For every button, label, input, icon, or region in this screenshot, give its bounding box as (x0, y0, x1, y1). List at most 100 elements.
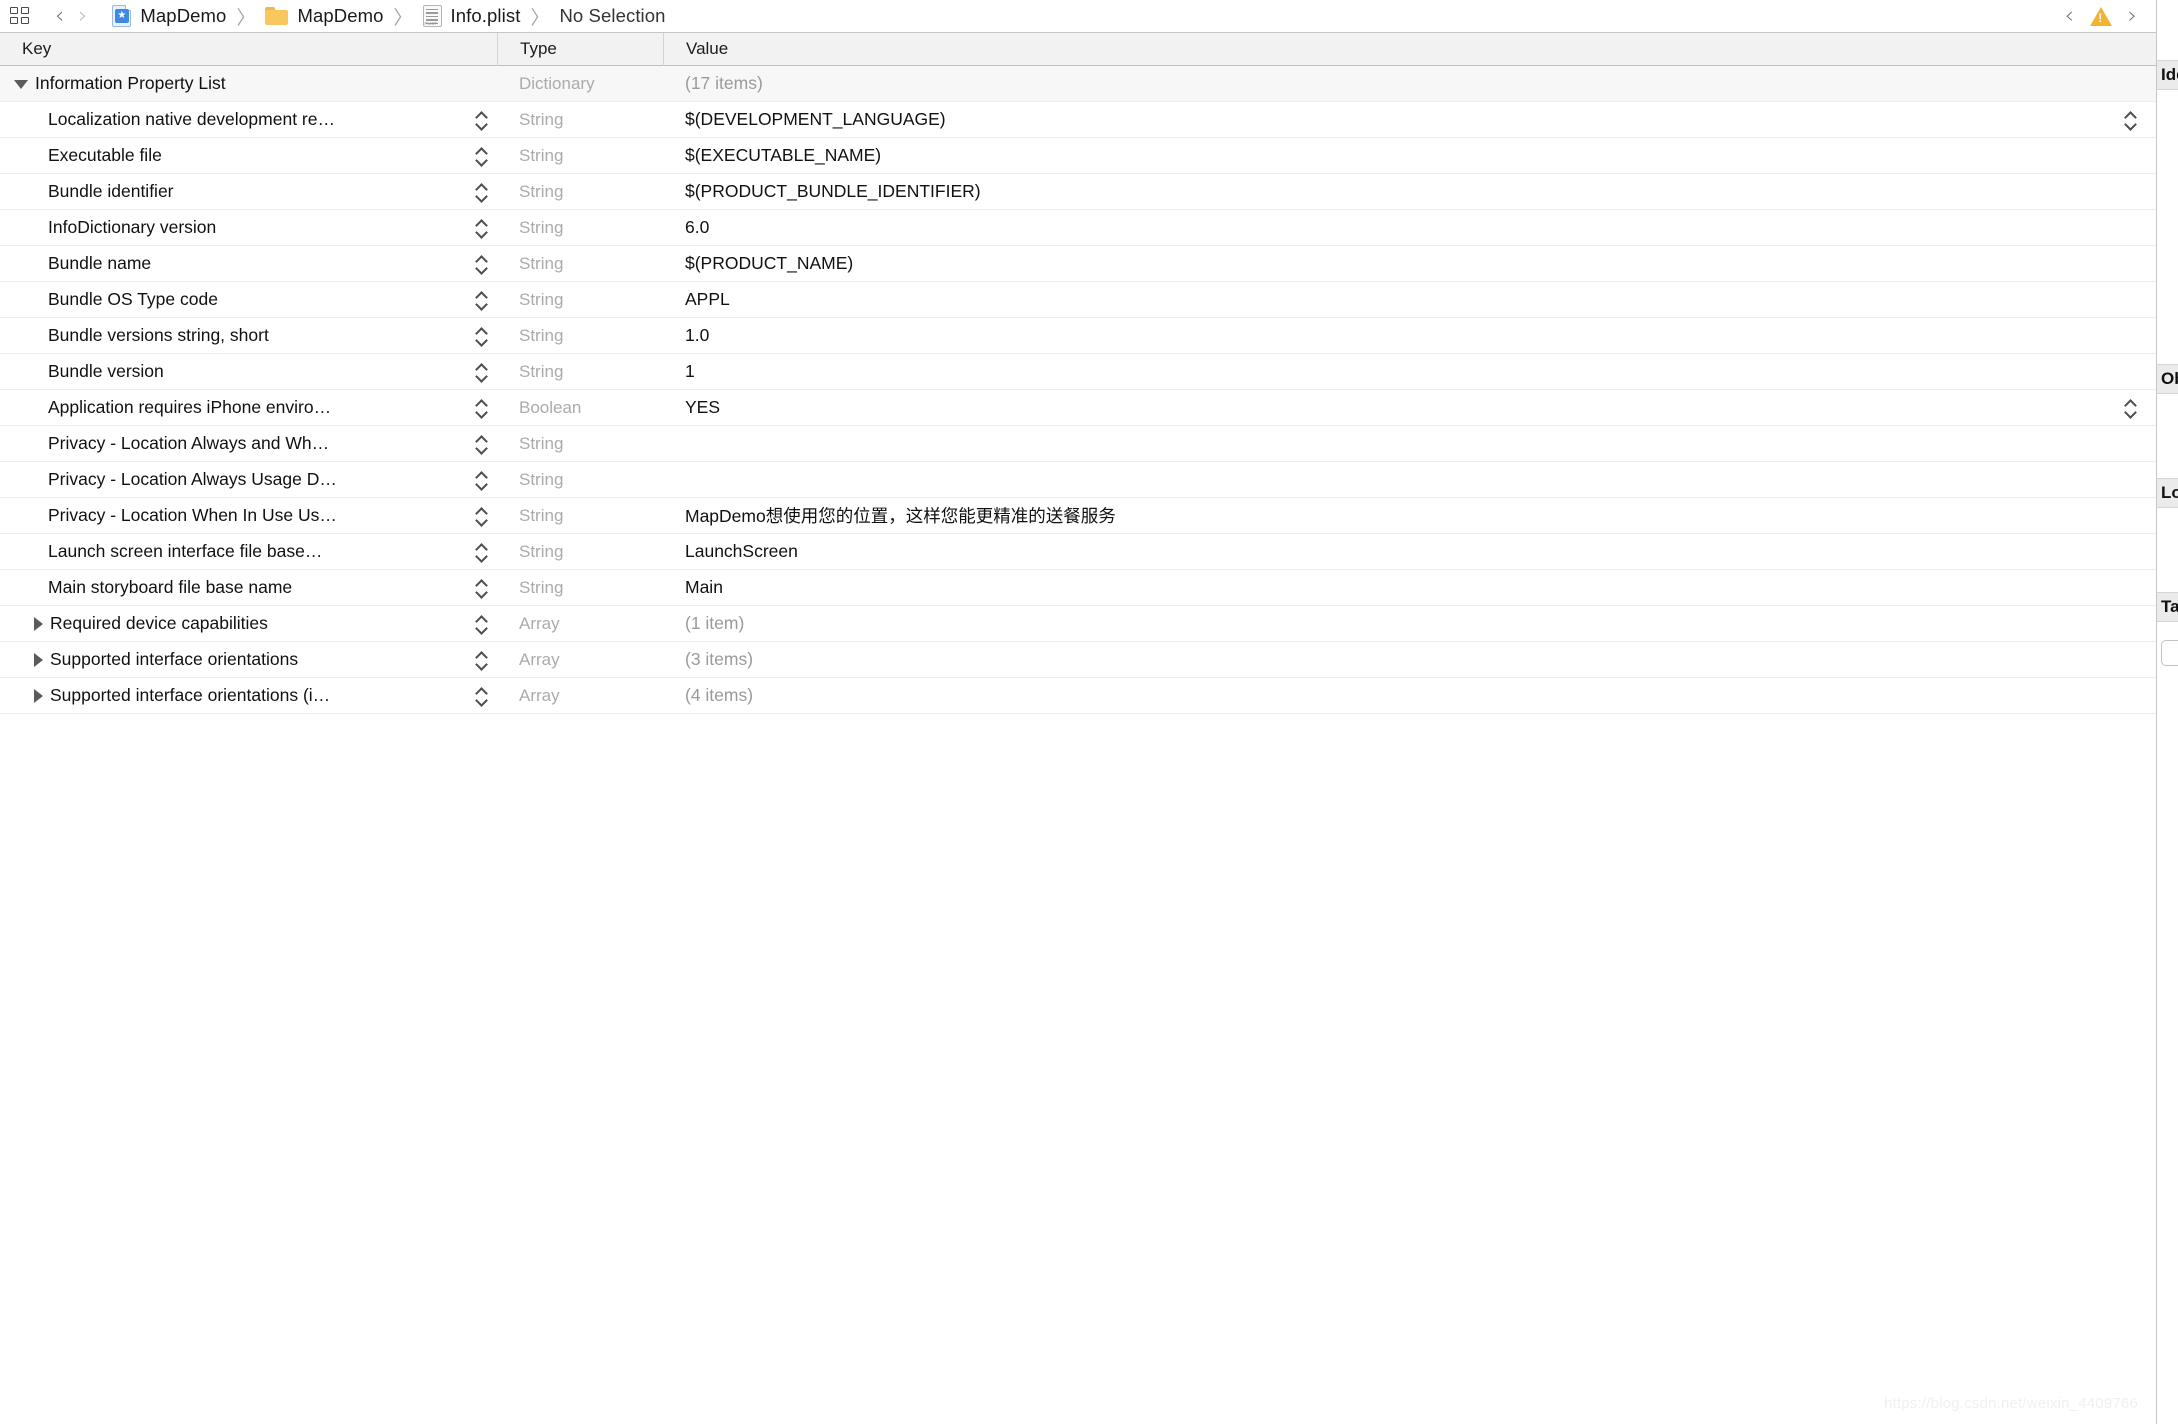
cell-value[interactable] (663, 426, 2156, 461)
table-row[interactable]: Privacy - Location Always and Wh… String (0, 426, 2156, 462)
key-stepper[interactable] (474, 361, 489, 383)
table-row[interactable]: Supported interface orientations (i… Arra… (0, 678, 2156, 714)
cell-value[interactable]: (3 items) (663, 642, 2156, 677)
key-stepper[interactable] (474, 145, 489, 167)
cell-type[interactable]: String (497, 318, 663, 353)
table-row[interactable]: Required device capabilities Array (1 item… (0, 606, 2156, 642)
previous-issue-button[interactable]: ‹ (2058, 5, 2081, 28)
key-stepper[interactable] (474, 685, 489, 707)
key-stepper[interactable] (474, 181, 489, 203)
go-forward-button[interactable]: › (71, 4, 94, 28)
cell-type[interactable]: String (497, 282, 663, 317)
cell-key[interactable]: Bundle identifier (0, 174, 497, 209)
cell-key[interactable]: Localization native development re… (0, 102, 497, 137)
cell-value[interactable]: APPL (663, 282, 2156, 317)
cell-key[interactable]: Launch screen interface file base… (0, 534, 497, 569)
key-stepper[interactable] (474, 217, 489, 239)
cell-type[interactable]: Array (497, 642, 663, 677)
cell-key[interactable]: Privacy - Location Always Usage D… (0, 462, 497, 497)
next-issue-button[interactable]: › (2121, 5, 2144, 28)
table-row[interactable]: Privacy - Location When In Use Us… String… (0, 498, 2156, 534)
table-row[interactable]: Bundle identifier String $(PRODUCT_BUNDLE_… (0, 174, 2156, 210)
column-header-type[interactable]: Type (497, 32, 663, 66)
table-row[interactable]: Privacy - Location Always Usage D… String (0, 462, 2156, 498)
breadcrumb-item-file[interactable]: PLIST Info.plist (422, 5, 521, 27)
cell-type[interactable]: String (497, 174, 663, 209)
table-row[interactable]: Bundle OS Type code String APPL (0, 282, 2156, 318)
cell-value[interactable]: $(PRODUCT_NAME) (663, 246, 2156, 281)
cell-type[interactable]: String (497, 462, 663, 497)
cell-key[interactable]: Privacy - Location Always and Wh… (0, 426, 497, 461)
cell-type[interactable]: String (497, 498, 663, 533)
key-stepper[interactable] (474, 469, 489, 491)
column-header-key[interactable]: Key (0, 33, 497, 66)
cell-key[interactable]: Bundle OS Type code (0, 282, 497, 317)
table-row[interactable]: Supported interface orientations Array (3 … (0, 642, 2156, 678)
cell-value[interactable]: (17 items) (663, 66, 2156, 101)
key-stepper[interactable] (474, 397, 489, 419)
cell-value[interactable]: YES (663, 390, 2156, 425)
table-row[interactable]: InfoDictionary version String 6.0 (0, 210, 2156, 246)
cell-value[interactable]: LaunchScreen (663, 534, 2156, 569)
cell-value[interactable]: (1 item) (663, 606, 2156, 641)
breadcrumb-item-project[interactable]: ★ MapDemo (112, 5, 226, 27)
key-stepper[interactable] (474, 541, 489, 563)
cell-type[interactable]: String (497, 102, 663, 137)
value-stepper[interactable] (2123, 109, 2138, 131)
key-stepper[interactable] (474, 109, 489, 131)
cell-key[interactable]: InfoDictionary version (0, 210, 497, 245)
cell-key[interactable]: Supported interface orientations (i… (0, 678, 497, 713)
table-row[interactable]: Launch screen interface file base… String… (0, 534, 2156, 570)
cell-value[interactable]: $(EXECUTABLE_NAME) (663, 138, 2156, 173)
key-stepper[interactable] (474, 325, 489, 347)
cell-type[interactable]: Dictionary (497, 66, 663, 101)
key-stepper[interactable] (474, 253, 489, 275)
cell-type[interactable]: String (497, 570, 663, 605)
column-header-value[interactable]: Value (663, 32, 2156, 66)
cell-type[interactable]: String (497, 534, 663, 569)
table-row[interactable]: Main storyboard file base name String Main (0, 570, 2156, 606)
disclosure-triangle-closed-icon[interactable] (34, 616, 43, 631)
cell-key[interactable]: Privacy - Location When In Use Us… (0, 498, 497, 533)
disclosure-triangle-open-icon[interactable] (14, 80, 28, 89)
disclosure-triangle-closed-icon[interactable] (34, 688, 43, 703)
key-stepper[interactable] (474, 505, 489, 527)
cell-key[interactable]: Bundle name (0, 246, 497, 281)
cell-key[interactable]: Information Property List (0, 66, 497, 101)
cell-type[interactable]: Array (497, 678, 663, 713)
table-row[interactable]: Application requires iPhone enviro… Boole… (0, 390, 2156, 426)
cell-value[interactable]: 1 (663, 354, 2156, 389)
table-row[interactable]: Bundle version String 1 (0, 354, 2156, 390)
cell-value[interactable]: Main (663, 570, 2156, 605)
table-row[interactable]: Bundle versions string, short String 1.0 (0, 318, 2156, 354)
cell-type[interactable]: Boolean (497, 390, 663, 425)
cell-type[interactable]: String (497, 246, 663, 281)
disclosure-triangle-closed-icon[interactable] (34, 652, 43, 667)
cell-value[interactable]: $(DEVELOPMENT_LANGUAGE) (663, 102, 2156, 137)
cell-key[interactable]: Application requires iPhone enviro… (0, 390, 497, 425)
cell-key[interactable]: Bundle version (0, 354, 497, 389)
cell-value[interactable]: $(PRODUCT_BUNDLE_IDENTIFIER) (663, 174, 2156, 209)
key-stepper[interactable] (474, 577, 489, 599)
cell-value[interactable]: 1.0 (663, 318, 2156, 353)
related-items-grid-icon[interactable] (10, 6, 32, 26)
go-back-button[interactable]: ‹ (48, 4, 71, 28)
cell-type[interactable]: String (497, 138, 663, 173)
cell-key[interactable]: Required device capabilities (0, 606, 497, 641)
cell-value[interactable] (663, 462, 2156, 497)
breadcrumb-item-group[interactable]: MapDemo (265, 5, 383, 27)
key-stepper[interactable] (474, 613, 489, 635)
cell-value[interactable]: (4 items) (663, 678, 2156, 713)
cell-type[interactable]: String (497, 354, 663, 389)
cell-type[interactable]: String (497, 426, 663, 461)
warning-triangle-icon[interactable] (2089, 7, 2112, 26)
cell-type[interactable]: String (497, 210, 663, 245)
key-stepper[interactable] (474, 289, 489, 311)
cell-key[interactable]: Main storyboard file base name (0, 570, 497, 605)
table-row[interactable]: Bundle name String $(PRODUCT_NAME) (0, 246, 2156, 282)
breadcrumb-item-selection[interactable]: No Selection (559, 5, 665, 27)
table-row[interactable]: Executable file String $(EXECUTABLE_NAME) (0, 138, 2156, 174)
cell-value[interactable]: 6.0 (663, 210, 2156, 245)
cell-key[interactable]: Bundle versions string, short (0, 318, 497, 353)
table-row[interactable]: Information Property List Dictionary (17 i… (0, 66, 2156, 102)
